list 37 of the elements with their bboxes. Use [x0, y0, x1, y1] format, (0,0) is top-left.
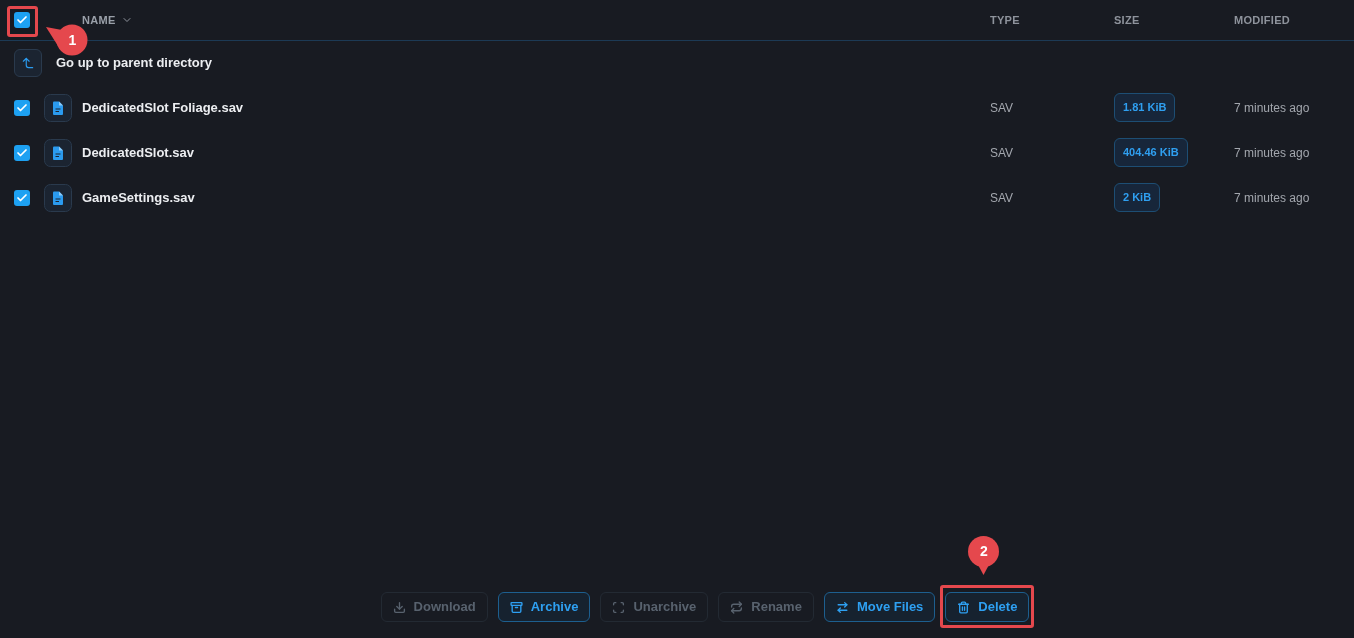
repeat-arrows-icon [730, 600, 744, 614]
file-type: SAV [990, 144, 1015, 162]
document-icon [44, 93, 72, 122]
check-icon [16, 14, 28, 26]
size-badge: 1.81 KiB [1114, 93, 1176, 122]
swap-arrows-icon [835, 600, 849, 614]
expand-corners-icon [612, 600, 626, 614]
move-button[interactable]: Move Files [823, 592, 936, 622]
document-icon [44, 183, 72, 212]
file-type: SAV [990, 189, 1015, 207]
checkbox[interactable] [14, 144, 30, 161]
download-icon [392, 600, 406, 614]
file-name[interactable]: DedicatedSlot.sav [82, 142, 194, 163]
column-header[interactable]: SIZE [1114, 11, 1140, 29]
checkbox[interactable] [14, 189, 30, 206]
file-type: SAV [990, 99, 1015, 117]
size-badge: 2 KiB [1114, 183, 1161, 212]
check-icon [16, 146, 28, 159]
column-header[interactable]: TYPE [990, 11, 1020, 29]
parent-directory-link[interactable]: Go up to parent directory [56, 53, 212, 73]
column-header[interactable]: MODIFIED [1234, 11, 1290, 29]
checkbox[interactable] [14, 12, 30, 28]
modified-time: 7 minutes ago [1234, 144, 1311, 162]
check-icon [16, 191, 28, 204]
delete-button[interactable]: Delete [945, 592, 1030, 622]
trash-icon [957, 600, 971, 614]
highlight-frame [7, 6, 38, 37]
modified-time: 7 minutes ago [1234, 189, 1311, 207]
checkbox[interactable] [14, 99, 30, 116]
archive-button[interactable]: Archive [497, 592, 591, 622]
modified-time: 7 minutes ago [1234, 99, 1311, 117]
file-name[interactable]: DedicatedSlot Foliage.sav [82, 97, 244, 118]
archive-box-icon [509, 600, 523, 614]
check-icon [16, 101, 28, 114]
size-badge: 404.46 KiB [1114, 138, 1188, 167]
document-icon [44, 138, 72, 167]
file-name[interactable]: GameSettings.sav [82, 187, 195, 208]
